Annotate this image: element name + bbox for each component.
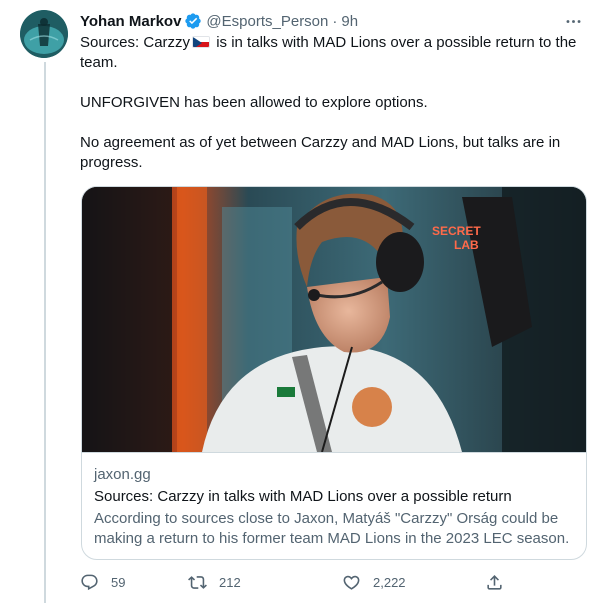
retweet-icon bbox=[188, 575, 207, 589]
tweet-paragraph-3: No agreement as of yet between Carzzy an… bbox=[80, 134, 561, 171]
tweet-timestamp[interactable]: 9h bbox=[341, 13, 358, 30]
card-body[interactable]: jaxon.gg Sources: Carzzy in talks with M… bbox=[82, 452, 586, 559]
reply-count: 59 bbox=[111, 574, 126, 590]
share-button[interactable] bbox=[485, 570, 516, 594]
like-count: 2,222 bbox=[373, 574, 406, 590]
avatar[interactable] bbox=[20, 10, 68, 58]
heart-icon bbox=[343, 575, 360, 590]
card-title: Sources: Carzzy in talks with MAD Lions … bbox=[94, 488, 512, 505]
czech-flag-icon bbox=[192, 36, 211, 48]
retweet-count: 212 bbox=[219, 574, 241, 590]
author-name[interactable]: Yohan Markov bbox=[80, 13, 181, 30]
card-domain: jaxon.gg bbox=[94, 466, 151, 483]
reply-icon bbox=[81, 574, 98, 590]
tweet-header: Yohan Markov @Esports_Person · 9h bbox=[80, 11, 585, 31]
tweet-paragraph-1: Sources: Carzzy is in talks with MAD Lio… bbox=[80, 33, 585, 73]
share-icon bbox=[487, 574, 502, 590]
chair-logo-text-2: LAB bbox=[454, 238, 479, 252]
verified-badge-icon bbox=[184, 12, 202, 30]
tweet-text: Sources: Carzzy is in talks with MAD Lio… bbox=[80, 33, 585, 173]
separator-dot: · bbox=[332, 12, 338, 30]
more-horizontal-icon[interactable] bbox=[561, 9, 585, 33]
tweet-actions: 59 212 2,222 bbox=[80, 570, 510, 594]
thread-connector-line bbox=[44, 62, 46, 603]
chair-logo-text: SECRET bbox=[432, 224, 481, 238]
paragraph-1-start: Sources: Carzzy bbox=[80, 34, 191, 51]
like-button[interactable]: 2,222 bbox=[342, 570, 406, 594]
reply-button[interactable]: 59 bbox=[80, 570, 125, 594]
retweet-button[interactable]: 212 bbox=[188, 570, 241, 594]
avatar-image bbox=[20, 10, 68, 58]
card-image[interactable]: SECRET LAB bbox=[82, 187, 586, 452]
tweet-paragraph-2: UNFORGIVEN has been allowed to explore o… bbox=[80, 94, 428, 111]
link-preview-card[interactable]: SECRET LAB jaxon.gg Sources: Carzzy in t… bbox=[81, 186, 587, 560]
author-handle[interactable]: @Esports_Person bbox=[206, 13, 328, 30]
card-description: According to sources close to Jaxon, Mat… bbox=[94, 510, 570, 547]
